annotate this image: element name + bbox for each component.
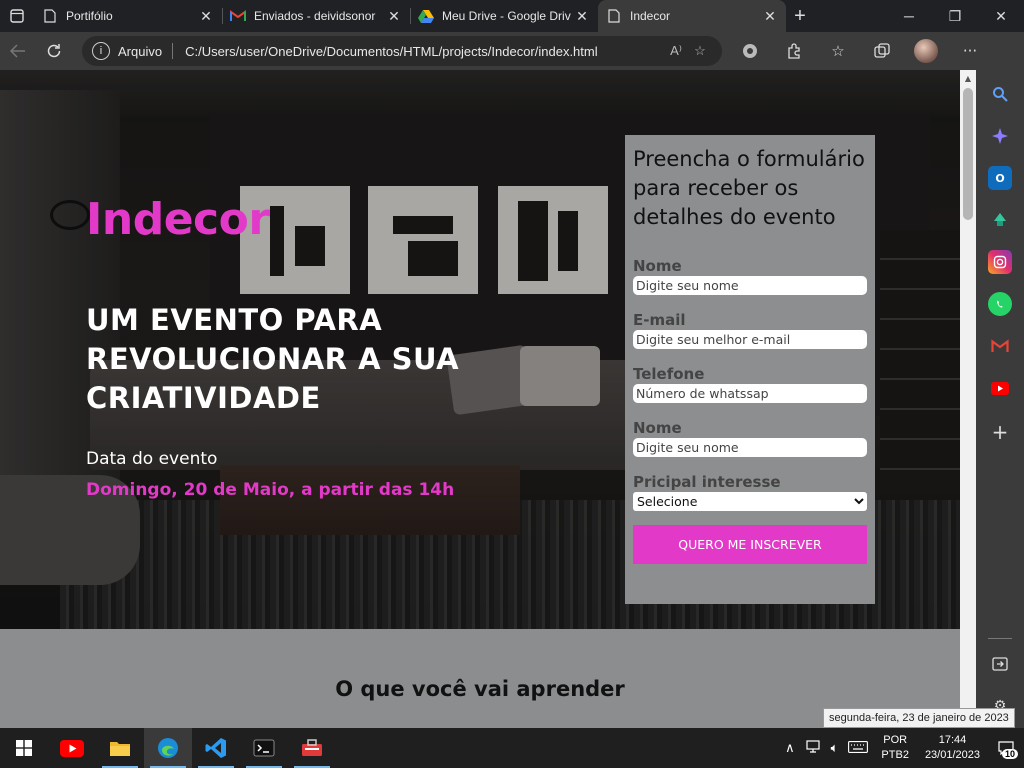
extensions-icon[interactable] bbox=[772, 33, 816, 69]
close-window-icon[interactable]: ✕ bbox=[978, 0, 1024, 32]
copilot-icon[interactable] bbox=[988, 124, 1012, 148]
whatsapp-icon[interactable] bbox=[988, 292, 1012, 316]
close-icon[interactable]: ✕ bbox=[762, 8, 778, 25]
tab-title: Portifólio bbox=[66, 9, 113, 23]
name-input-2[interactable] bbox=[633, 438, 867, 457]
clock-time: 17:44 bbox=[938, 734, 967, 746]
event-date-value: Domingo, 20 de Maio, a partir das 14h bbox=[86, 480, 455, 500]
collections-icon[interactable] bbox=[860, 33, 904, 69]
profile-avatar[interactable] bbox=[904, 33, 948, 69]
vscode-icon[interactable] bbox=[192, 728, 240, 768]
chevron-up-icon[interactable]: ∧ bbox=[780, 740, 800, 756]
hero-section: Indecor UM EVENTO PARA REVOLUCIONAR A SU… bbox=[0, 70, 960, 629]
brand-title: Indecor bbox=[86, 194, 270, 245]
notification-count-badge: 10 bbox=[1001, 749, 1018, 759]
scheme-label: Arquivo bbox=[118, 43, 163, 59]
outlook-icon[interactable]: O bbox=[988, 166, 1012, 190]
network-icon[interactable] bbox=[800, 739, 826, 757]
interest-label: Pricipal interesse bbox=[633, 473, 781, 491]
info-icon[interactable]: i bbox=[92, 42, 110, 60]
add-sidebar-app-icon[interactable]: + bbox=[988, 420, 1012, 444]
email-input[interactable] bbox=[633, 330, 867, 349]
phone-input[interactable] bbox=[633, 384, 867, 403]
browser-toolbar: i Arquivo C:/Users/user/OneDrive/Documen… bbox=[0, 32, 1024, 70]
tab-title: Enviados - deividsonor bbox=[254, 9, 376, 23]
instagram-icon[interactable] bbox=[988, 250, 1012, 274]
date-tooltip: segunda-feira, 23 de janeiro de 2023 bbox=[823, 708, 1015, 728]
close-icon[interactable]: ✕ bbox=[574, 8, 590, 25]
more-options-icon[interactable]: ··· bbox=[948, 33, 992, 69]
system-tray: ∧ 🔈︎ POR PTB2 17:44 23/01/2023 10 bbox=[780, 728, 1024, 768]
read-aloud-icon[interactable]: A⁾ bbox=[664, 43, 688, 59]
name-label: Nome bbox=[633, 257, 682, 275]
minimize-icon[interactable]: ─ bbox=[886, 0, 932, 32]
favorites-icon[interactable]: ☆ bbox=[816, 33, 860, 69]
input-language[interactable]: POR PTB2 bbox=[873, 733, 917, 763]
games-icon[interactable] bbox=[988, 208, 1012, 232]
email-label: E-mail bbox=[633, 311, 686, 329]
hero-headline: UM EVENTO PARA REVOLUCIONAR A SUA CRIATI… bbox=[86, 303, 460, 415]
interest-select[interactable]: Selecione bbox=[633, 492, 867, 511]
tab-portifolio[interactable]: Portifólio ✕ bbox=[34, 0, 222, 32]
tab-title: Indecor bbox=[630, 9, 671, 23]
tab-indecor[interactable]: Indecor ✕ bbox=[598, 0, 786, 32]
subscribe-button[interactable]: QUERO ME INSCREVER bbox=[633, 525, 867, 564]
edge-browser-icon[interactable] bbox=[144, 728, 192, 768]
phone-label: Telefone bbox=[633, 365, 705, 383]
restore-icon[interactable]: ❐ bbox=[932, 0, 978, 32]
close-icon[interactable]: ✕ bbox=[198, 8, 214, 25]
scrollbar-thumb[interactable] bbox=[963, 88, 973, 220]
file-explorer-icon[interactable] bbox=[96, 728, 144, 768]
google-drive-icon bbox=[418, 8, 434, 24]
clock[interactable]: 17:44 23/01/2023 bbox=[917, 733, 988, 763]
search-icon[interactable] bbox=[988, 82, 1012, 106]
form-title: Preencha o formulário para receber os de… bbox=[633, 147, 865, 229]
extension-circle-icon[interactable] bbox=[728, 33, 772, 69]
lang-line1: POR bbox=[883, 734, 908, 746]
name-input[interactable] bbox=[633, 276, 867, 295]
keyboard-icon[interactable] bbox=[843, 740, 873, 756]
edge-sidebar: O + ⚙ bbox=[976, 70, 1024, 728]
tab-google-drive[interactable]: Meu Drive - Google Driv ✕ bbox=[410, 0, 598, 32]
url-text[interactable]: C:/Users/user/OneDrive/Documentos/HTML/p… bbox=[185, 44, 664, 59]
terminal-icon[interactable] bbox=[240, 728, 288, 768]
youtube-taskbar-icon[interactable] bbox=[48, 728, 96, 768]
back-icon[interactable] bbox=[0, 33, 36, 69]
page-scrollbar[interactable]: ▲ bbox=[960, 70, 976, 728]
tab-title: Meu Drive - Google Driv bbox=[442, 9, 571, 23]
add-favorite-icon[interactable]: ☆ bbox=[688, 43, 712, 59]
gmail-icon bbox=[230, 8, 246, 24]
volume-icon[interactable]: 🔈︎ bbox=[826, 740, 844, 756]
clock-date: 23/01/2023 bbox=[924, 749, 980, 761]
address-bar[interactable]: i Arquivo C:/Users/user/OneDrive/Documen… bbox=[82, 36, 722, 66]
page-icon bbox=[42, 8, 58, 24]
new-tab-icon[interactable]: + bbox=[786, 0, 814, 32]
name-label-2: Nome bbox=[633, 419, 682, 437]
start-menu-icon[interactable] bbox=[0, 728, 48, 768]
tab-gmail[interactable]: Enviados - deividsonor ✕ bbox=[222, 0, 410, 32]
section-title: O que você vai aprender bbox=[335, 677, 625, 701]
refresh-icon[interactable] bbox=[36, 33, 72, 69]
separator bbox=[172, 43, 174, 59]
lang-line2: PTB2 bbox=[881, 749, 909, 761]
browser-titlebar: Portifólio ✕ Enviados - deividsonor ✕ Me… bbox=[0, 0, 1024, 32]
windows-taskbar: ∧ 🔈︎ POR PTB2 17:44 23/01/2023 10 bbox=[0, 728, 1024, 768]
page-viewport: Indecor UM EVENTO PARA REVOLUCIONAR A SU… bbox=[0, 70, 960, 728]
notification-center-icon[interactable]: 10 bbox=[988, 728, 1024, 768]
page-icon bbox=[606, 8, 622, 24]
avatar bbox=[914, 39, 938, 63]
signup-form: Preencha o formulário para receber os de… bbox=[625, 135, 875, 604]
hide-sidebar-icon[interactable] bbox=[988, 652, 1012, 676]
tab-actions-icon[interactable] bbox=[0, 0, 34, 32]
gmail-icon[interactable] bbox=[988, 334, 1012, 358]
event-date-label: Data do evento bbox=[86, 449, 218, 469]
close-icon[interactable]: ✕ bbox=[386, 8, 402, 25]
sidebar-divider bbox=[988, 638, 1012, 639]
scroll-up-arrow-icon[interactable]: ▲ bbox=[960, 70, 976, 86]
youtube-icon[interactable] bbox=[988, 376, 1012, 400]
toolbox-app-icon[interactable] bbox=[288, 728, 336, 768]
